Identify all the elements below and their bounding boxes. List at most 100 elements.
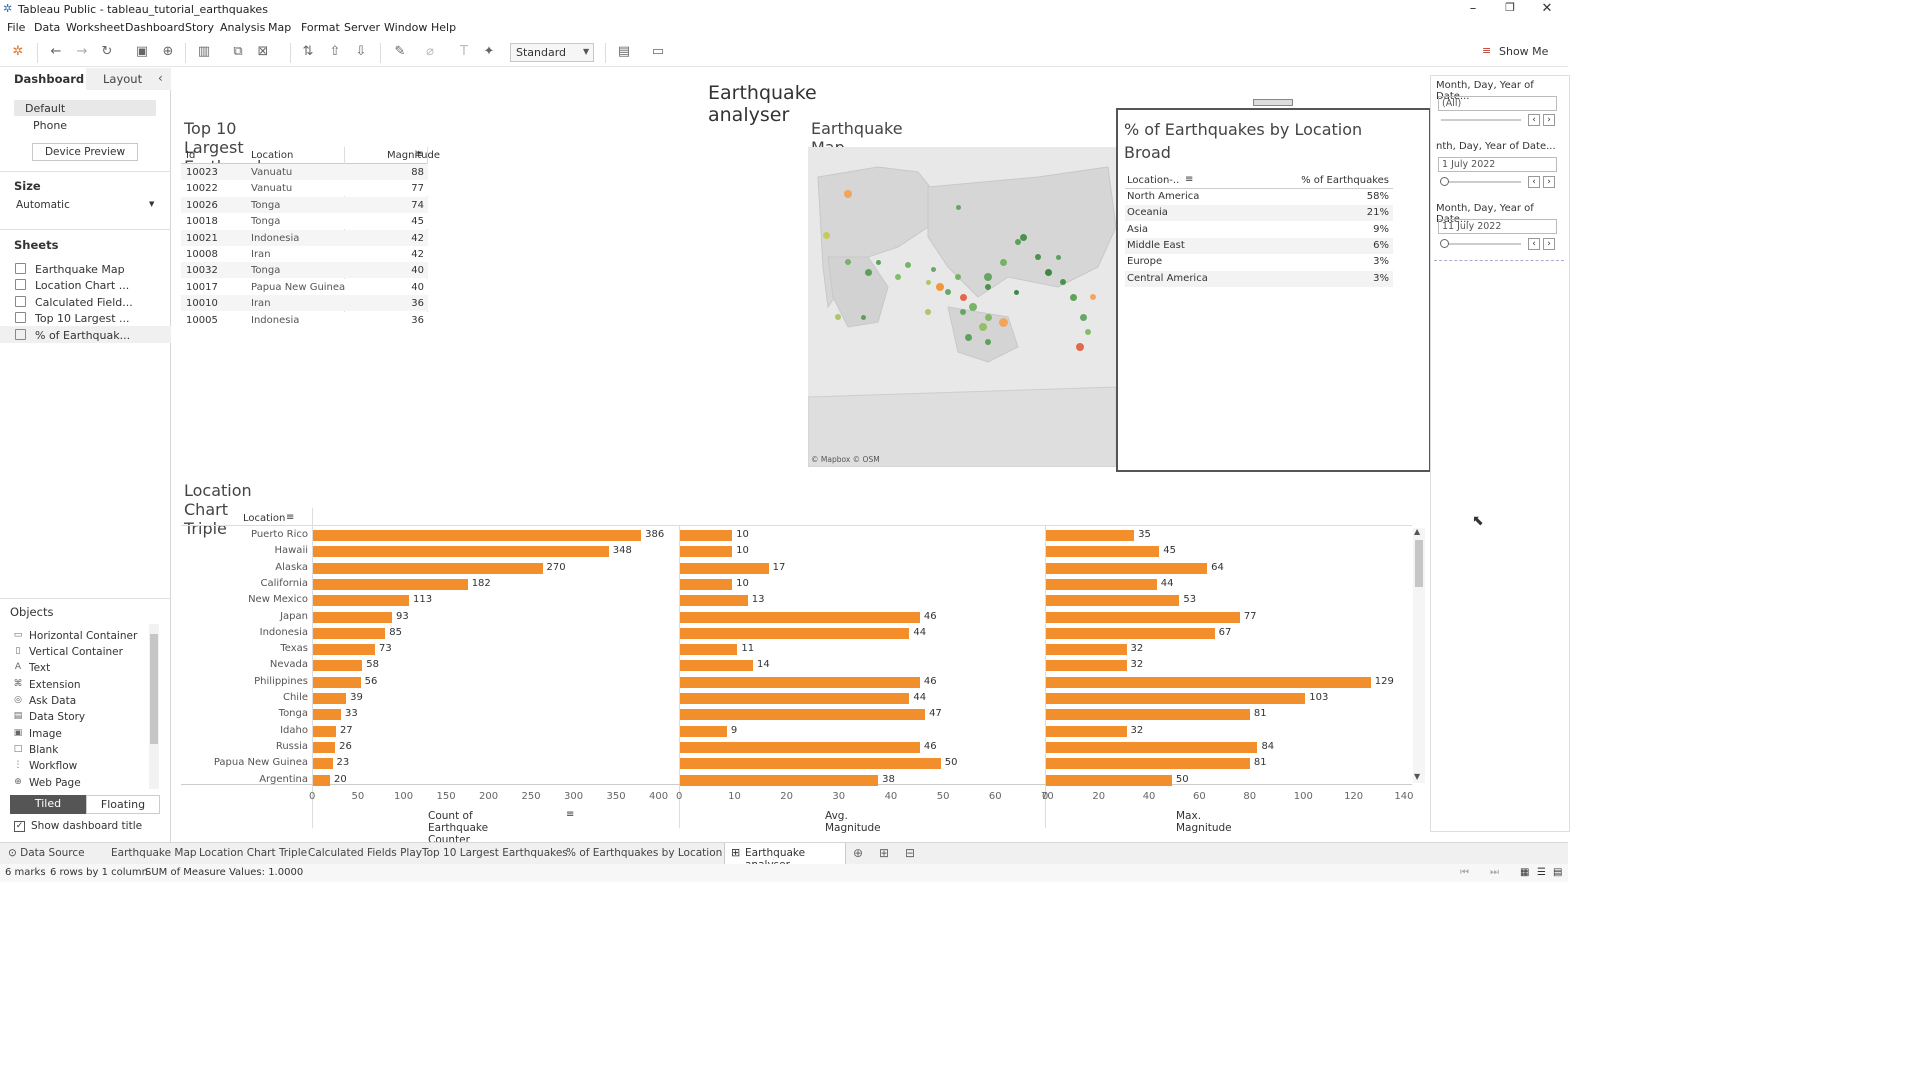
earthquake-marker[interactable] bbox=[1060, 279, 1066, 285]
table-row[interactable]: North America 58% bbox=[1125, 189, 1393, 205]
chart-category-label[interactable]: Idaho bbox=[196, 725, 308, 736]
new-story-icon[interactable]: ⊟ bbox=[905, 846, 915, 860]
sort-ascending-icon[interactable]: ⇧ bbox=[327, 44, 343, 60]
table-row[interactable]: Asia 9% bbox=[1125, 221, 1393, 238]
menu-data[interactable]: Data bbox=[34, 21, 60, 34]
sheet-earthquake-map[interactable]: Earthquake Map bbox=[35, 263, 125, 276]
earthquake-marker[interactable] bbox=[925, 309, 931, 315]
earthquake-marker[interactable] bbox=[945, 289, 951, 295]
earthquake-marker[interactable] bbox=[864, 268, 872, 276]
table-row[interactable]: Oceania 21% bbox=[1125, 205, 1393, 222]
restore-icon[interactable]: ❐ bbox=[1495, 1, 1525, 14]
objects-scrollbar[interactable] bbox=[149, 624, 159, 789]
sort-icon[interactable]: ≡ bbox=[286, 512, 294, 523]
menu-format[interactable]: Format bbox=[301, 21, 340, 34]
new-worksheet-icon[interactable]: ⊕ bbox=[853, 846, 863, 860]
chart-bar[interactable] bbox=[313, 530, 642, 541]
earthquake-marker[interactable] bbox=[930, 266, 936, 272]
size-dropdown[interactable]: Automatic ▼ bbox=[14, 197, 158, 213]
grid-view-icon[interactable]: ▦ bbox=[1520, 867, 1529, 878]
axis-title[interactable]: Count of Earthquake Counter bbox=[428, 810, 488, 846]
sheet-calculated-field[interactable]: Calculated Field... bbox=[35, 296, 133, 309]
object-vertical-container[interactable]: Vertical Container bbox=[29, 646, 123, 658]
tab-pct-earthquakes[interactable]: % of Earthquakes by Location B... bbox=[566, 847, 743, 859]
object-image[interactable]: Image bbox=[29, 728, 62, 740]
chart-scrollbar[interactable]: ▲ ▼ bbox=[1413, 527, 1425, 783]
tab-earthquake-analyser[interactable]: ⊞ Earthquake analyser bbox=[724, 843, 846, 871]
tab-calculated-fields-play[interactable]: Calculated Fields Play bbox=[308, 847, 422, 859]
pct-panel[interactable]: % of Earthquakes by Location Broad Locat… bbox=[1116, 108, 1431, 472]
chart-category-label[interactable]: New Mexico bbox=[196, 594, 308, 605]
chart-bar[interactable] bbox=[313, 595, 410, 607]
earthquake-marker[interactable] bbox=[1035, 254, 1041, 260]
chart-bar[interactable] bbox=[680, 578, 733, 590]
tab-top10[interactable]: Top 10 Largest Earthquakes bbox=[422, 847, 568, 859]
show-title-checkbox[interactable]: ✓ bbox=[14, 821, 25, 832]
object-ask-data[interactable]: Ask Data bbox=[29, 695, 76, 707]
chart-bar[interactable] bbox=[680, 611, 920, 623]
object-horizontal-container[interactable]: Horizontal Container bbox=[29, 630, 137, 642]
chart-bar[interactable] bbox=[1046, 693, 1306, 704]
chart-bar[interactable] bbox=[1046, 676, 1371, 688]
highlight-icon[interactable]: ✎ bbox=[392, 44, 408, 60]
earthquake-marker[interactable] bbox=[925, 279, 931, 285]
chart-bar[interactable] bbox=[680, 693, 910, 704]
earthquake-marker[interactable] bbox=[936, 283, 944, 291]
object-blank[interactable]: Blank bbox=[29, 744, 58, 756]
table-row[interactable]: 10023 Vanuatu 88 bbox=[181, 164, 428, 180]
chart-bar[interactable] bbox=[680, 676, 920, 688]
chart-category-label[interactable]: Russia bbox=[196, 741, 308, 752]
chart-bar[interactable] bbox=[680, 627, 910, 639]
sort-icon[interactable]: ≡ bbox=[566, 809, 574, 820]
table-row[interactable]: 10022 Vanuatu 77 bbox=[181, 180, 428, 197]
menu-server[interactable]: Server bbox=[344, 21, 380, 34]
menu-window[interactable]: Window bbox=[384, 21, 427, 34]
filter1-prev-icon[interactable]: ‹ bbox=[1528, 114, 1540, 126]
chart-bar[interactable] bbox=[313, 578, 468, 590]
chart-bar[interactable] bbox=[1046, 725, 1127, 737]
fit-dropdown[interactable]: Standard ▼ bbox=[510, 43, 594, 62]
chart-category-label[interactable]: Philippines bbox=[196, 676, 308, 687]
table-row[interactable]: 10017 Papua New Guinea 40 bbox=[181, 278, 428, 295]
scroll-down-icon[interactable]: ▼ bbox=[1414, 772, 1420, 781]
chart-category-label[interactable]: Papua New Guinea bbox=[196, 757, 308, 768]
table-row[interactable]: 10010 Iran 36 bbox=[181, 295, 428, 312]
undo-icon[interactable]: ← bbox=[48, 44, 64, 60]
group-icon[interactable]: ⌀ bbox=[422, 44, 438, 60]
chart-category-label[interactable]: Alaska bbox=[196, 562, 308, 573]
earthquake-map[interactable]: © Mapbox © OSM bbox=[808, 147, 1116, 467]
table-row[interactable]: 10026 Tonga 74 bbox=[181, 196, 428, 213]
earthquake-marker[interactable] bbox=[955, 274, 961, 280]
chart-bar[interactable] bbox=[313, 709, 342, 721]
sort-icon[interactable]: ≡ bbox=[1185, 174, 1193, 185]
object-extension[interactable]: Extension bbox=[29, 679, 81, 691]
sort-descending-icon[interactable]: ⇩ bbox=[353, 44, 369, 60]
chart-bar[interactable] bbox=[313, 774, 330, 786]
tiled-button[interactable]: Tiled bbox=[10, 795, 86, 814]
col-location-broad[interactable]: Location-.. bbox=[1127, 175, 1179, 186]
chart-bar[interactable] bbox=[313, 546, 609, 558]
axis-title[interactable]: Avg. Magnitude bbox=[825, 810, 881, 834]
filter2-input[interactable]: 1 July 2022 bbox=[1438, 157, 1557, 172]
clear-sheet-icon[interactable]: ⊠ bbox=[255, 44, 271, 60]
chart-category-label[interactable]: Tonga bbox=[196, 708, 308, 719]
tab-location-chart-triple[interactable]: Location Chart Triple bbox=[199, 847, 307, 859]
table-row[interactable]: 10005 Indonesia 36 bbox=[181, 311, 428, 328]
collapse-panel-icon[interactable]: ‹ bbox=[158, 71, 163, 85]
chart-bar[interactable] bbox=[1046, 595, 1180, 607]
earthquake-marker[interactable] bbox=[835, 314, 841, 320]
earthquake-marker[interactable] bbox=[984, 313, 992, 321]
object-workflow[interactable]: Workflow bbox=[29, 760, 77, 772]
earthquake-marker[interactable] bbox=[1069, 293, 1077, 301]
filter2-slider-handle[interactable] bbox=[1440, 177, 1449, 186]
table-row[interactable]: 10021 Indonesia 42 bbox=[181, 229, 428, 246]
chart-bar[interactable] bbox=[1046, 709, 1250, 721]
list-view-icon[interactable]: ☰ bbox=[1537, 867, 1546, 878]
chart-bar[interactable] bbox=[313, 562, 543, 574]
chart-bar[interactable] bbox=[680, 660, 753, 672]
filter2-next-icon[interactable]: › bbox=[1543, 176, 1555, 188]
menu-story[interactable]: Story bbox=[185, 21, 214, 34]
chart-bar[interactable] bbox=[1046, 530, 1135, 541]
chart-bar[interactable] bbox=[680, 741, 920, 753]
object-data-story[interactable]: Data Story bbox=[29, 711, 85, 723]
